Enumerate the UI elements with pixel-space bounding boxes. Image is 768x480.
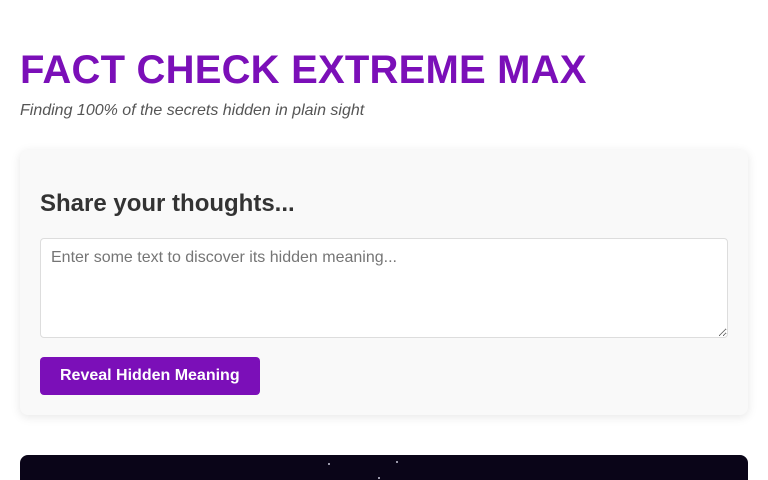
site-title: FACT CHECK EXTREME MAX — [20, 48, 587, 92]
card-heading: Share your thoughts... — [40, 190, 295, 217]
text-input[interactable] — [40, 238, 728, 338]
input-card: Share your thoughts... Reveal Hidden Mea… — [20, 150, 748, 415]
star — [396, 461, 398, 463]
reveal-hidden-meaning-button[interactable]: Reveal Hidden Meaning — [40, 357, 260, 395]
star — [328, 463, 330, 465]
star — [378, 477, 380, 479]
tagline: Finding 100% of the secrets hidden in pl… — [20, 102, 365, 119]
page: FACT CHECK EXTREME MAX Finding 100% of t… — [0, 0, 768, 480]
starfield-panel — [20, 455, 748, 480]
